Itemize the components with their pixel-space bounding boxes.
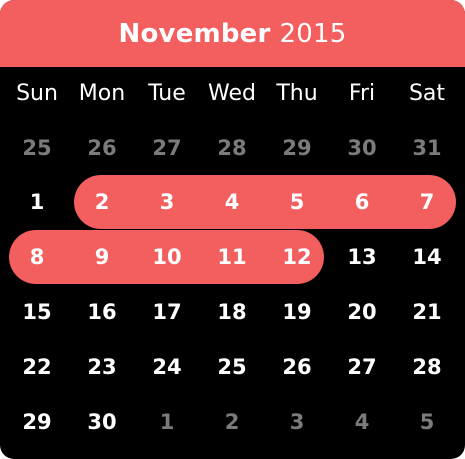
- day-cell[interactable]: 9: [72, 232, 132, 282]
- calendar-header: November 2015: [0, 0, 465, 67]
- day-cell[interactable]: 18: [202, 287, 262, 337]
- day-cell[interactable]: 27: [332, 342, 392, 392]
- day-cell[interactable]: 21: [397, 287, 457, 337]
- day-cell-adjacent-month[interactable]: 25: [7, 123, 67, 173]
- day-cell[interactable]: 11: [202, 232, 262, 282]
- day-cell[interactable]: 6: [332, 177, 392, 227]
- day-cell-adjacent-month[interactable]: 3: [267, 397, 327, 447]
- day-cell-adjacent-month[interactable]: 29: [267, 123, 327, 173]
- day-cell[interactable]: 28: [397, 342, 457, 392]
- day-cell[interactable]: 8: [7, 232, 67, 282]
- weekday-sat: Sat: [408, 81, 446, 106]
- weekday-fri: Fri: [348, 81, 376, 106]
- day-cell[interactable]: 19: [267, 287, 327, 337]
- day-cell-adjacent-month[interactable]: 1: [137, 397, 197, 447]
- day-cell[interactable]: 30: [72, 397, 132, 447]
- year-label: 2015: [279, 18, 347, 49]
- day-cell[interactable]: 4: [202, 177, 262, 227]
- weekday-thu: Thu: [276, 81, 318, 106]
- day-cell[interactable]: 20: [332, 287, 392, 337]
- day-cell[interactable]: 2: [72, 177, 132, 227]
- day-cell[interactable]: 29: [7, 397, 67, 447]
- day-cell[interactable]: 26: [267, 342, 327, 392]
- day-cell-adjacent-month[interactable]: 5: [397, 397, 457, 447]
- day-cell-adjacent-month[interactable]: 30: [332, 123, 392, 173]
- day-cell[interactable]: 1: [7, 177, 67, 227]
- day-cell[interactable]: 16: [72, 287, 132, 337]
- day-cell[interactable]: 3: [137, 177, 197, 227]
- day-cell[interactable]: 24: [137, 342, 197, 392]
- day-cell[interactable]: 23: [72, 342, 132, 392]
- day-cell-adjacent-month[interactable]: 28: [202, 123, 262, 173]
- day-cell[interactable]: 13: [332, 232, 392, 282]
- day-cell-adjacent-month[interactable]: 31: [397, 123, 457, 173]
- day-cell-adjacent-month[interactable]: 4: [332, 397, 392, 447]
- day-cell[interactable]: 7: [397, 177, 457, 227]
- calendar: November 2015 Sun Mon Tue Wed Thu Fri Sat 25 26 2…: [0, 0, 465, 459]
- day-cell[interactable]: 5: [267, 177, 327, 227]
- day-cell-adjacent-month[interactable]: 27: [137, 123, 197, 173]
- day-cell[interactable]: 22: [7, 342, 67, 392]
- day-cell[interactable]: 12: [267, 232, 327, 282]
- day-cell[interactable]: 17: [137, 287, 197, 337]
- day-cell[interactable]: 10: [137, 232, 197, 282]
- month-label: November: [118, 18, 271, 49]
- day-cell[interactable]: 15: [7, 287, 67, 337]
- day-cell[interactable]: 25: [202, 342, 262, 392]
- weekday-mon: Mon: [78, 81, 126, 106]
- day-cell-adjacent-month[interactable]: 26: [72, 123, 132, 173]
- weekday-sun: Sun: [16, 81, 58, 106]
- day-cell-adjacent-month[interactable]: 2: [202, 397, 262, 447]
- weekday-tue: Tue: [148, 81, 186, 106]
- day-cell[interactable]: 14: [397, 232, 457, 282]
- weekday-wed: Wed: [208, 81, 256, 106]
